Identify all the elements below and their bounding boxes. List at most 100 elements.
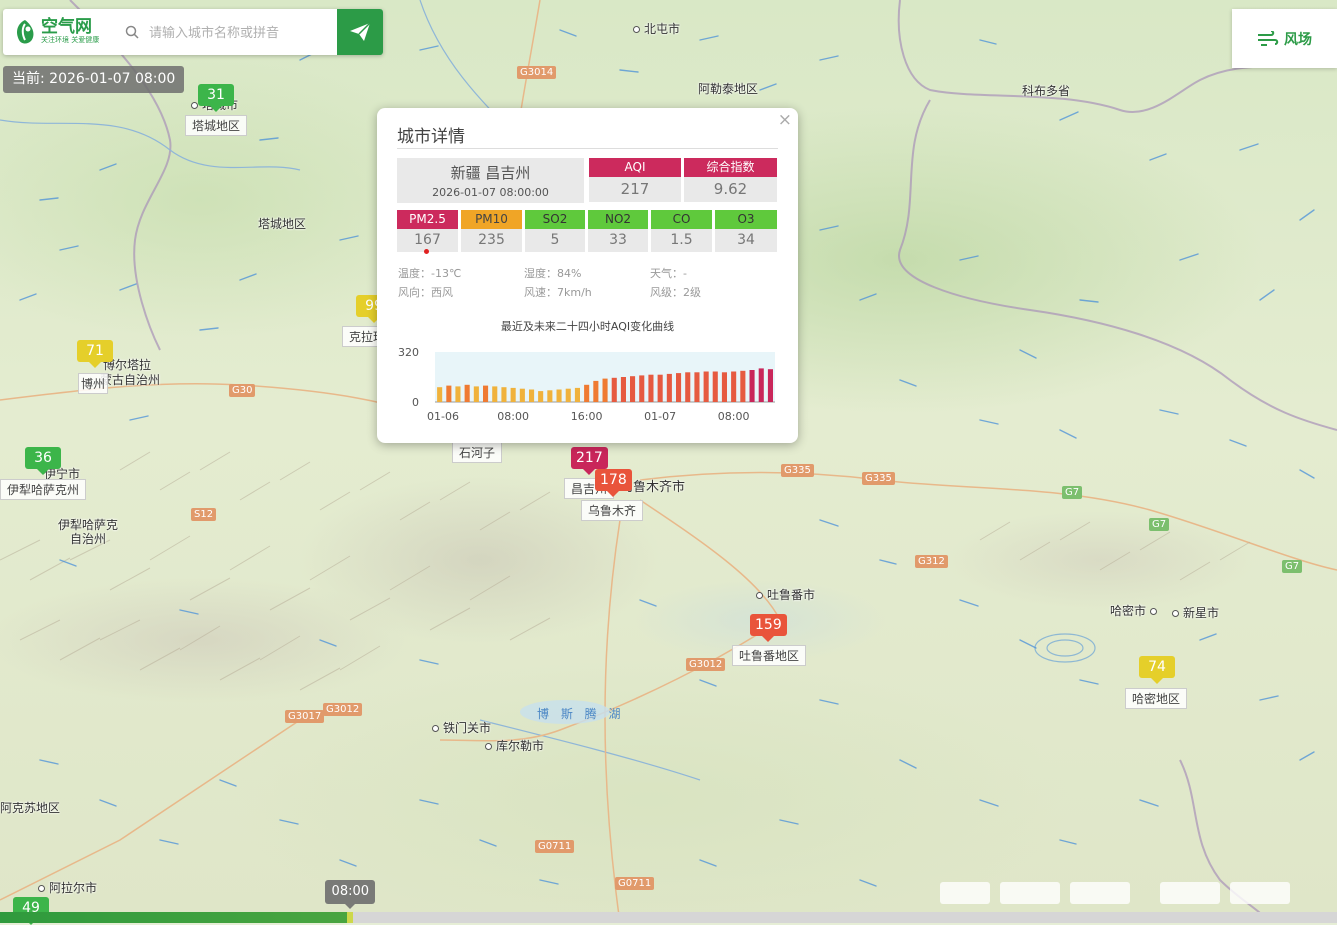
aqi-bar[interactable] [584,384,590,402]
wind-field-toggle[interactable]: 风场 [1232,9,1337,68]
aqi-bar[interactable] [473,386,479,402]
close-icon[interactable]: × [778,110,792,130]
leaf-logo-icon [17,20,34,44]
playback-button[interactable] [1070,882,1130,904]
aqi-bar[interactable] [767,369,773,402]
no2-value: 33 [588,229,648,252]
search-icon [125,25,139,39]
place-xinxing: 新星市 [1172,604,1219,621]
aqi-bar[interactable] [639,375,645,402]
no2-label: NO2 [588,210,648,229]
aqi-bar[interactable] [685,372,691,402]
place-turpan-city: 吐鲁番市 [756,586,815,603]
aqi-bar[interactable] [676,373,682,402]
y-tick-label: 0 [412,396,419,409]
lake-bosten: 博 斯 腾 湖 [537,707,625,721]
aqi-label: AQI [589,158,681,177]
aqi-bar[interactable] [731,371,737,403]
aqi-marker-tacheng[interactable]: 31 [198,84,234,112]
aqi-bar[interactable] [437,387,443,402]
aqi-bar[interactable] [712,371,718,403]
aqi-marker-changji[interactable]: 217 [571,447,608,475]
timeline-track[interactable] [0,912,1337,923]
aqi-bar[interactable] [666,373,672,402]
aqi-marker-hami[interactable]: 74 [1139,656,1175,684]
aqi-bar[interactable] [630,376,636,402]
logo-name: 空气网 [41,17,92,37]
aqi-marker-bozhou[interactable]: 71 [77,340,113,368]
aqi-bar[interactable] [657,374,663,402]
so2-stat: SO2 5 [525,210,585,252]
pm10-label: PM10 [461,210,522,229]
y-tick-label: 320 [398,346,419,359]
search-input[interactable] [147,20,341,46]
place-mongol-prefecture: 蒙古自治州 [100,373,161,387]
aqi-bar[interactable] [749,370,755,402]
aqi-bar[interactable] [574,387,580,402]
aqi-bar[interactable] [538,391,544,402]
aqi-bar[interactable] [455,386,461,402]
search-submit-button[interactable] [337,9,383,55]
aqi-bar[interactable] [492,386,498,402]
timeline-time-tooltip: 08:00 [325,880,376,909]
wind-speed: 风速：7km/h [524,286,592,299]
label-turpan-region: 吐鲁番地区 [732,645,807,666]
aqi-bar[interactable] [602,378,608,402]
aqi-marker-turpan[interactable]: 159 [750,614,787,642]
aqi-bar[interactable] [501,387,507,402]
timeline-handle[interactable] [347,912,354,923]
pm10-stat: PM10 235 [461,210,522,252]
playback-button[interactable] [1000,882,1060,904]
aqi-bar[interactable] [446,385,452,402]
composite-index-stat: 综合指数 9.62 [684,158,777,202]
aqi-bar[interactable] [758,368,764,402]
aqi-bar[interactable] [529,389,535,403]
no2-stat: NO2 33 [588,210,648,252]
aqi-bar[interactable] [556,389,562,403]
pm25-primary-indicator [424,249,429,254]
aqi-marker-urumqi[interactable]: 178 [595,469,632,497]
search-bar: 空气网 关注环境 关爱健康 [3,9,383,55]
popup-title: 城市详情 [397,127,465,147]
aqi-marker-yining[interactable]: 36 [25,447,61,475]
road-shield: G0711 [615,877,655,890]
aqi-bar[interactable] [694,372,700,402]
aqi-bar[interactable] [519,388,525,402]
aqi-bar[interactable] [703,371,709,403]
playback-button[interactable] [1160,882,1220,904]
playback-button[interactable] [940,882,990,904]
aqi-value: 217 [589,177,681,202]
playback-button[interactable] [1230,882,1290,904]
place-tacheng-region: 塔城地区 [258,217,307,231]
playback-controls [940,868,1300,908]
road-shield: G3012 [686,658,726,671]
place-autonomous-prefecture: 自治州 [70,532,107,546]
pm10-value: 235 [461,229,522,252]
x-tick-label: 16:00 [571,410,603,423]
aqi-bar[interactable] [547,390,553,402]
place-tiemenguan: 铁门关市 [432,719,491,736]
aqi-bar[interactable] [611,377,617,402]
aqi-bar[interactable] [648,374,654,402]
aqi-bar[interactable] [483,385,489,402]
road-shield: G312 [915,555,948,568]
aqi-bar[interactable] [464,384,470,402]
place-korla: 库尔勒市 [485,737,544,754]
road-shield: G0711 [535,840,575,853]
label-bozhou: 博州 [78,373,109,394]
aqi-bar[interactable] [740,370,746,403]
o3-stat: O3 34 [715,210,777,252]
site-logo[interactable]: 空气网 关注环境 关爱健康 [13,17,99,47]
aqi-bar[interactable] [593,380,599,402]
road-shield: G3014 [517,66,557,79]
o3-label: O3 [715,210,777,229]
place-khovd: 科布多省 [1022,84,1071,98]
aqi-bar[interactable] [565,388,571,402]
so2-value: 5 [525,229,585,252]
aqi-bar[interactable] [620,377,626,402]
aqi-bar[interactable] [721,372,727,402]
aqi-bar[interactable] [510,387,516,402]
timeline-progress [0,912,351,923]
x-tick-label: 08:00 [718,410,750,423]
road-shield: G3017 [285,710,325,723]
